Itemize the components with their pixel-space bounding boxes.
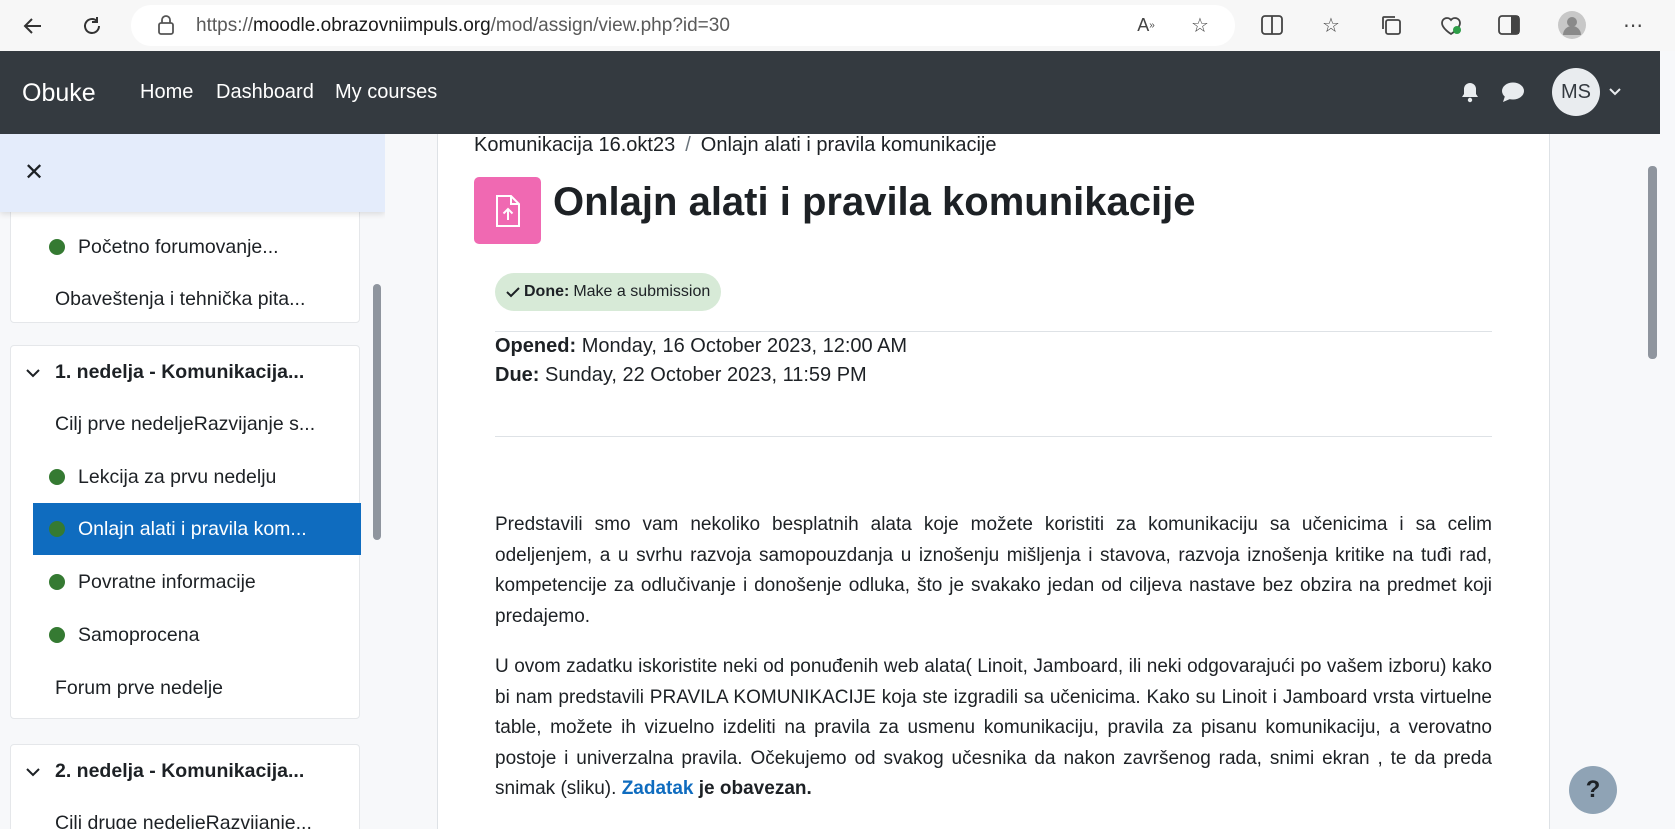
chevron-down-icon[interactable] [11, 760, 55, 783]
sidebar-toggle-icon[interactable] [1494, 10, 1524, 40]
browser-essentials-icon[interactable] [1436, 10, 1466, 40]
due-date: Due: Sunday, 22 October 2023, 11:59 PM [495, 364, 867, 387]
completion-done-icon [49, 239, 65, 255]
nav-home[interactable]: Home [140, 81, 193, 104]
completion-done-icon [49, 574, 65, 590]
favorites-icon[interactable]: ☆ [1316, 10, 1346, 40]
course-index-drawer: ✕ Početno forumovanje... Obaveštenja i t… [0, 134, 385, 829]
close-icon[interactable]: ✕ [24, 158, 44, 187]
lock-icon[interactable] [151, 10, 181, 40]
favorite-star-icon[interactable]: ☆ [1185, 10, 1215, 40]
nav-my-courses[interactable]: My courses [335, 81, 437, 104]
breadcrumb-course[interactable]: Komunikacija 16.okt23 [474, 134, 675, 156]
page-scrollbar[interactable] [1648, 166, 1657, 359]
opened-value: Monday, 16 October 2023, 12:00 AM [581, 335, 908, 357]
check-icon [506, 287, 520, 298]
intro-paragraph: Predstavili smo vam nekoliko besplatnih … [495, 514, 1492, 627]
course-item[interactable]: Samoprocena [11, 609, 361, 661]
back-icon[interactable] [15, 8, 51, 44]
section-week2: 2. nedelja - Komunikacija... Cilj druge … [10, 744, 360, 829]
completion-text: Make a submission [573, 283, 711, 300]
due-label: Due: [495, 364, 540, 386]
completion-done-icon [49, 521, 65, 537]
task-link[interactable]: Zadatak [622, 778, 694, 799]
course-item[interactable]: Povratne informacije [11, 556, 361, 608]
completion-done-icon [49, 469, 65, 485]
page-title: Onlajn alati i pravila komunikacije [553, 180, 1196, 224]
user-avatar[interactable]: MS [1552, 68, 1600, 116]
section-title[interactable]: 1. nedelja - Komunikacija... [11, 346, 361, 398]
course-item-label: Samoprocena [78, 623, 200, 646]
course-item[interactable]: Lekcija za prvu nedelju [11, 451, 361, 503]
url-text: https://moodle.obrazovniimpuls.org/mod/a… [196, 15, 730, 37]
course-item-label: Lekcija za prvu nedelju [78, 465, 277, 488]
course-item[interactable]: Forum prve nedelje [11, 662, 361, 714]
course-item-label: Povratne informacije [78, 570, 256, 593]
drawer-header: ✕ [0, 134, 385, 212]
course-item[interactable]: Obaveštenja i tehnička pita... [11, 273, 361, 325]
breadcrumb-separator: / [685, 134, 691, 156]
course-item-label: Cilj druge nedeljeRazvijanje... [55, 811, 312, 829]
section-title[interactable]: 2. nedelja - Komunikacija... [11, 745, 361, 797]
course-item-active[interactable]: Onlajn alati i pravila kom... [33, 503, 361, 555]
divider [495, 331, 1492, 332]
url-path: /mod/assign/view.php?id=30 [490, 15, 730, 36]
course-item[interactable]: Početno forumovanje... [11, 221, 361, 273]
browser-toolbar: https://moodle.obrazovniimpuls.org/mod/a… [0, 0, 1675, 51]
split-screen-icon[interactable] [1257, 10, 1287, 40]
section-title-label: 1. nedelja - Komunikacija... [55, 360, 305, 383]
completion-badge: Done: Make a submission [495, 273, 722, 311]
url-domain: moodle.obrazovniimpuls.org [253, 15, 491, 36]
drawer-scrollbar[interactable] [373, 284, 381, 540]
url-prefix: https:// [196, 15, 254, 36]
chevron-down-icon[interactable] [11, 361, 55, 384]
opened-label: Opened: [495, 335, 577, 357]
more-menu-icon[interactable]: ⋯ [1618, 10, 1648, 40]
course-item[interactable]: Cilj prve nedeljeRazvijanje s... [11, 398, 361, 450]
opened-date: Opened: Monday, 16 October 2023, 12:00 A… [495, 335, 907, 358]
messages-chat-icon[interactable] [1501, 81, 1525, 108]
due-value: Sunday, 22 October 2023, 11:59 PM [545, 364, 867, 386]
breadcrumb-activity[interactable]: Onlajn alati i pravila komunikacije [701, 134, 997, 156]
completion-done-icon [49, 627, 65, 643]
section-title-label: 2. nedelja - Komunikacija... [55, 759, 305, 782]
course-item-label: Onlajn alati i pravila kom... [78, 517, 307, 540]
site-brand[interactable]: Obuke [22, 79, 96, 108]
completion-label: Done: [524, 283, 570, 300]
course-item-label: Forum prve nedelje [55, 676, 223, 699]
address-bar[interactable]: https://moodle.obrazovniimpuls.org/mod/a… [131, 5, 1235, 46]
task-paragraph: U ovom zadatku iskoristite neki od ponuđ… [495, 652, 1492, 805]
refresh-icon[interactable] [74, 8, 110, 44]
help-button[interactable]: ? [1569, 766, 1617, 814]
divider [495, 436, 1492, 437]
course-item-label: Početno forumovanje... [78, 235, 279, 258]
site-navbar: Obuke Home Dashboard My courses MS [0, 51, 1660, 134]
section-week1: 1. nedelja - Komunikacija... Cilj prve n… [10, 345, 361, 719]
course-item-label: Obaveštenja i tehnička pita... [55, 287, 306, 310]
collections-icon[interactable] [1376, 10, 1406, 40]
task-required: je obavezan. [693, 778, 812, 799]
profile-icon[interactable] [1557, 10, 1587, 40]
nav-dashboard[interactable]: Dashboard [216, 81, 314, 104]
course-item-label: Cilj prve nedeljeRazvijanje s... [55, 412, 316, 435]
main-content: Komunikacija 16.okt23 / Onlajn alati i pra… [437, 134, 1550, 829]
breadcrumb: Komunikacija 16.okt23 / Onlajn alati i pra… [474, 134, 997, 157]
notifications-bell-icon[interactable] [1459, 81, 1481, 108]
read-aloud-icon[interactable]: A» [1131, 10, 1161, 40]
chevron-down-icon[interactable] [1608, 84, 1622, 102]
assignment-icon [474, 177, 541, 244]
course-item[interactable]: Cilj druge nedeljeRazvijanje... [11, 797, 361, 829]
